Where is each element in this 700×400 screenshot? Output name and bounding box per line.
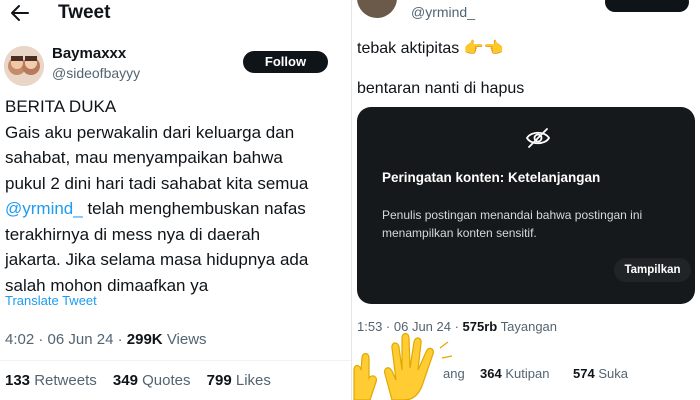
tweet-line: BERITA DUKA: [5, 97, 117, 116]
author-name[interactable]: Baymaxxx: [52, 45, 126, 62]
back-arrow-icon[interactable]: [10, 2, 30, 24]
tweet-line: terakhirnya di mess nya di daerah: [5, 224, 261, 244]
views-count: 299K: [126, 331, 163, 348]
tweet-stats: 133 Retweets 349 Quotes 799 Likes: [5, 372, 271, 389]
divider: [0, 360, 351, 361]
post-text-line: bentaran nanti di hapus: [357, 80, 525, 97]
quotes-label: Quotes: [142, 372, 191, 389]
views-label: Views: [166, 331, 207, 348]
tweet-line: pukul 2 dini hari tadi sahabat kita semu…: [5, 173, 309, 193]
translate-tweet-link[interactable]: Translate Tweet: [5, 293, 97, 308]
likes-stat[interactable]: 799 Likes: [207, 372, 271, 389]
meta-separator: ·: [34, 331, 48, 348]
author-handle[interactable]: @sideofbayyy: [52, 65, 140, 81]
retweets-count: 133: [5, 372, 31, 389]
tweet-header: Tweet: [0, 0, 351, 30]
quotes-count: 349: [112, 372, 138, 389]
tweet-line: sahabat, mau menyampaikan bahwa: [5, 148, 283, 167]
tweet-line: @yrmind_ telah menghembuskan nafas: [5, 196, 351, 222]
views-label: Tayangan: [500, 319, 558, 334]
sensitive-content-card: Peringatan konten: Ketelanjangan Penulis…: [357, 107, 695, 304]
waving-hands-icon: [353, 332, 453, 400]
show-content-button[interactable]: Tampilkan: [614, 258, 691, 282]
likes-stat[interactable]: 574 Suka: [573, 366, 628, 381]
author-avatar[interactable]: [4, 46, 44, 86]
retweets-stat[interactable]: 133 Retweets: [5, 372, 97, 389]
meta-separator: ·: [113, 331, 127, 348]
tweet-date[interactable]: 06 Jun 24: [48, 331, 114, 348]
likes-count: 799: [206, 372, 232, 389]
warning-title: Peringatan konten: Ketelanjangan: [382, 170, 601, 185]
quotes-count: 364: [480, 366, 502, 381]
tweet-line-rest: telah menghembuskan nafas: [82, 199, 306, 218]
mention-link[interactable]: @yrmind_: [5, 199, 83, 218]
page-title: Tweet: [58, 2, 111, 23]
likes-count: 574: [573, 366, 595, 381]
eye-off-icon: [525, 128, 551, 148]
likes-label: Likes: [235, 372, 271, 389]
tweet-text: BERITA DUKA Gais aku perwakalin dari kel…: [5, 94, 351, 298]
author-avatar[interactable]: [357, 0, 397, 18]
likes-label: Suka: [598, 366, 628, 381]
tweet-time[interactable]: 4:02: [5, 331, 34, 348]
tweet-meta: 4:02 · 06 Jun 24 · 299K Views: [5, 331, 207, 348]
author-handle[interactable]: @yrmind_: [411, 4, 475, 20]
retweets-label: Retweets: [34, 372, 97, 389]
follow-button[interactable]: Follow: [243, 51, 328, 73]
warning-description: Penulis postingan menandai bahwa posting…: [382, 208, 643, 240]
quotes-stat[interactable]: 364 Kutipan: [480, 366, 549, 381]
views-count: 575rb: [462, 319, 498, 334]
tweet-line: Gais aku perwakalin dari keluarga dan: [5, 122, 295, 142]
quotes-stat[interactable]: 349 Quotes: [113, 372, 191, 389]
left-tweet-panel: Tweet Baymaxxx @sideofbayyy Follow BERIT…: [0, 0, 351, 400]
right-tweet-panel: @yrmind_ tebak aktipitas 👉👈 bentaran nan…: [351, 0, 700, 400]
tweet-line: jakarta. Jika selama masa hidupnya ada: [5, 250, 309, 269]
post-text-line: tebak aktipitas 👉👈: [357, 40, 504, 57]
follow-button[interactable]: [605, 0, 689, 12]
quotes-label: Kutipan: [505, 366, 550, 381]
